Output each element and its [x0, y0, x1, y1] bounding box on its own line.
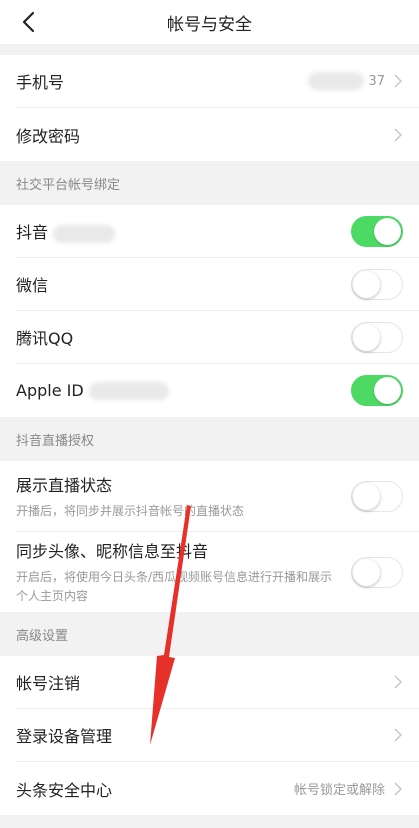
- qq-row[interactable]: 腾讯QQ: [16, 311, 419, 364]
- phone-label: 手机号: [16, 73, 65, 92]
- security-center-label: 头条安全中心: [16, 780, 113, 800]
- sync-profile-toggle[interactable]: [351, 556, 403, 588]
- wechat-row[interactable]: 微信: [16, 258, 419, 311]
- change-password-row[interactable]: 修改密码: [16, 108, 419, 161]
- phone-value: 37: [368, 73, 385, 89]
- live-group: 展示直播状态 开播后，将同步并展示抖音帐号的直播状态 同步头像、昵称信息至抖音 …: [0, 461, 419, 612]
- show-live-status-label: 展示直播状态: [16, 475, 113, 495]
- chevron-right-icon: [393, 781, 403, 797]
- page-title: 帐号与安全: [167, 14, 252, 35]
- back-button[interactable]: [14, 8, 42, 36]
- chevron-right-icon: [393, 727, 403, 743]
- phone-row[interactable]: 手机号 37: [16, 55, 419, 108]
- security-center-row[interactable]: 头条安全中心 帐号锁定或解除: [16, 762, 419, 815]
- show-live-status-row[interactable]: 展示直播状态 开播后，将同步并展示抖音帐号的直播状态: [16, 461, 419, 532]
- show-live-status-desc: 开播后，将同步并展示抖音帐号的直播状态: [16, 503, 245, 518]
- qq-label: 腾讯QQ: [16, 329, 74, 348]
- chevron-right-icon: [393, 127, 403, 143]
- chevron-right-icon: [393, 674, 403, 690]
- sync-profile-label: 同步头像、昵称信息至抖音: [16, 542, 209, 561]
- wechat-toggle[interactable]: [351, 268, 403, 300]
- advanced-section-header: 高级设置: [0, 612, 419, 656]
- sync-profile-desc: 开启后，将使用今日头条/西瓜视频账号信息进行开播和展示个人主页内容: [16, 570, 333, 603]
- apple-id-toggle[interactable]: [351, 375, 403, 406]
- live-section-header: 抖音直播授权: [0, 417, 419, 461]
- device-management-row[interactable]: 登录设备管理: [16, 709, 419, 762]
- sync-profile-row[interactable]: 同步头像、昵称信息至抖音 开启后，将使用今日头条/西瓜视频账号信息进行开播和展示…: [16, 532, 419, 612]
- douyin-toggle[interactable]: [351, 215, 403, 247]
- chevron-right-icon: [393, 73, 403, 89]
- social-group: 抖音 微信 腾讯QQ Apple ID: [0, 205, 419, 417]
- chevron-left-icon: [22, 11, 35, 33]
- account-cancel-label: 帐号注销: [16, 674, 81, 693]
- advanced-group: 帐号注销 登录设备管理 头条安全中心 帐号锁定或解除: [0, 656, 419, 815]
- apple-id-label: Apple ID: [16, 381, 351, 401]
- security-center-value: 帐号锁定或解除: [293, 783, 385, 798]
- wechat-label: 微信: [16, 276, 49, 295]
- phone-redacted: [308, 72, 365, 90]
- change-password-label: 修改密码: [16, 126, 81, 146]
- account-cancel-row[interactable]: 帐号注销: [16, 656, 419, 709]
- douyin-label: 抖音: [16, 219, 351, 243]
- qq-toggle[interactable]: [351, 321, 403, 353]
- device-management-label: 登录设备管理: [16, 727, 113, 746]
- apple-id-row[interactable]: Apple ID: [16, 364, 419, 417]
- nav-bar: 帐号与安全: [0, 0, 419, 44]
- account-group: 手机号 37 修改密码: [0, 55, 419, 161]
- social-section-header: 社交平台帐号绑定: [0, 161, 419, 205]
- douyin-row[interactable]: 抖音: [16, 205, 419, 258]
- show-live-status-toggle[interactable]: [351, 480, 403, 512]
